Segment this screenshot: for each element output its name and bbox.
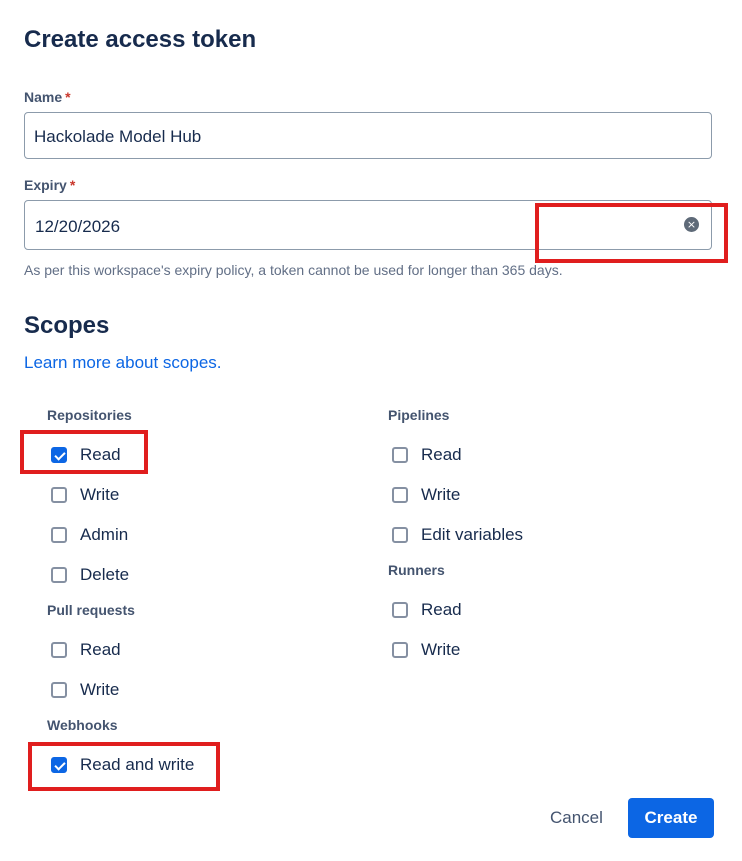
checkbox-label: Read	[421, 445, 462, 464]
runners-label: Runners	[388, 562, 445, 578]
checkbox-icon	[392, 642, 408, 658]
checkbox-runners-read[interactable]: Read	[392, 598, 462, 622]
checkbox-label: Edit variables	[421, 525, 524, 544]
expiry-label: Expiry *	[24, 177, 75, 193]
checkbox-icon	[51, 642, 67, 658]
cancel-button[interactable]: Cancel	[537, 798, 616, 838]
checkbox-icon	[392, 447, 408, 463]
dialog-title: Create access token	[24, 26, 257, 53]
checkbox-icon	[51, 567, 67, 583]
name-label: Name *	[24, 89, 71, 105]
checkbox-label: Read	[421, 600, 462, 619]
expiry-value: 12/20/2026	[35, 217, 121, 236]
checkbox-label: Delete	[80, 565, 130, 584]
scopes-title: Scopes	[24, 312, 110, 339]
highlight-box-expiry-clear	[535, 203, 728, 263]
repositories-label: Repositories	[47, 407, 132, 423]
name-field[interactable]: Hackolade Model Hub	[24, 112, 712, 159]
checkbox-pipelines-write[interactable]: Write	[392, 483, 460, 507]
highlight-box-webhooks	[28, 742, 220, 791]
checkbox-label: Write	[421, 485, 461, 504]
checkbox-icon	[392, 487, 408, 503]
learn-more-link[interactable]: Learn more about scopes.	[24, 353, 222, 373]
checkbox-repositories-delete[interactable]: Delete	[51, 563, 129, 587]
checkbox-repositories-write[interactable]: Write	[51, 483, 119, 507]
checkbox-pull-requests-write[interactable]: Write	[51, 678, 119, 702]
checkbox-pipelines-edit-variables[interactable]: Edit variables	[392, 523, 523, 547]
create-button[interactable]: Create	[628, 798, 714, 838]
checkbox-icon	[51, 527, 67, 543]
checkbox-label: Admin	[80, 525, 129, 544]
checkbox-icon	[51, 682, 67, 698]
checkbox-icon	[392, 527, 408, 543]
checkbox-runners-write[interactable]: Write	[392, 638, 460, 662]
expiry-help-text: As per this workspace's expiry policy, a…	[24, 262, 563, 278]
checkbox-label: Write	[80, 680, 120, 699]
name-label-text: Name	[24, 89, 63, 105]
name-value: Hackolade Model Hub	[34, 127, 202, 146]
checkbox-label: Write	[80, 485, 120, 504]
expiry-label-text: Expiry	[24, 177, 67, 193]
pipelines-label: Pipelines	[388, 407, 450, 423]
checkbox-pipelines-read[interactable]: Read	[392, 443, 462, 467]
checkbox-icon	[392, 602, 408, 618]
highlight-box-repositories-read	[20, 430, 148, 474]
pull-requests-label: Pull requests	[47, 602, 135, 618]
checkbox-pull-requests-read[interactable]: Read	[51, 638, 121, 662]
checkbox-repositories-admin[interactable]: Admin	[51, 523, 128, 547]
checkbox-icon	[51, 487, 67, 503]
webhooks-label: Webhooks	[47, 717, 118, 733]
required-mark: *	[69, 177, 76, 193]
checkbox-label: Write	[421, 640, 461, 659]
checkbox-label: Read	[80, 640, 121, 659]
required-mark: *	[65, 89, 71, 105]
